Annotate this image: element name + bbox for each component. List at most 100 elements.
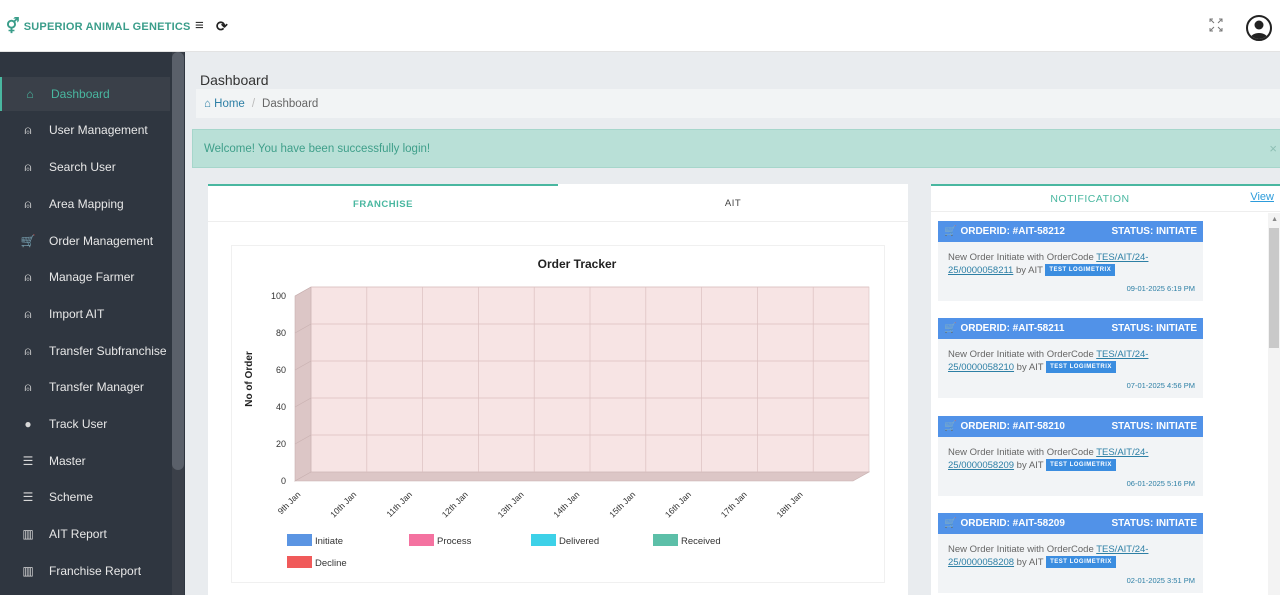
cart-icon: 🛒: [944, 518, 957, 529]
gender-symbol-icon: ⚥: [6, 18, 20, 35]
x-tick-label: 15th Jan: [607, 489, 637, 519]
brand-name: SUPERIOR ANIMAL GENETICS: [23, 20, 191, 33]
legend-swatch-initiate[interactable]: [287, 534, 312, 546]
sidebar-item-label: Area Mapping: [49, 197, 124, 211]
sidebar-item-label: Franchise Report: [49, 564, 142, 578]
chart-floor: [293, 471, 871, 482]
breadcrumb-separator: /: [251, 97, 256, 110]
sidebar-item-label: Track User: [49, 417, 108, 431]
sidebar-item-master[interactable]: ☰ Master: [0, 444, 170, 478]
breadcrumb-home-link[interactable]: ⌂ Home: [204, 98, 245, 110]
notification-title: NOTIFICATION: [1050, 193, 1130, 205]
notification-card[interactable]: 🛒 ORDERID: #AIT-58209 STATUS: INITIATE New …: [938, 513, 1203, 593]
user-icon: ⍝: [24, 306, 32, 321]
home-icon: ⌂: [26, 87, 34, 101]
sidebar-item-label: Search User: [49, 160, 116, 174]
order-status: STATUS: INITIATE: [1111, 518, 1197, 529]
breadcrumb-home-label: Home: [214, 97, 245, 110]
notification-panel: NOTIFICATION View ▲ 🛒 ORDERID: #AIT-58212…: [931, 184, 1280, 595]
x-tick-label: 18th Jan: [774, 489, 804, 519]
notification-card-header: 🛒 ORDERID: #AIT-58210 STATUS: INITIATE: [938, 416, 1203, 437]
message-text: New Order Initiate with OrderCode: [948, 349, 1097, 360]
tab-franchise[interactable]: FRANCHISE: [208, 184, 558, 222]
notification-card-header: 🛒 ORDERID: #AIT-58209 STATUS: INITIATE: [938, 513, 1203, 534]
sidebar-item-transfer-manager[interactable]: ⍝ Transfer Manager: [0, 370, 170, 404]
panel-tabs: FRANCHISE AIT: [208, 184, 908, 222]
notification-card-header: 🛒 ORDERID: #AIT-58212 STATUS: INITIATE: [938, 221, 1203, 242]
legend-swatch-delivered[interactable]: [531, 534, 556, 546]
sidebar-item-label: User Management: [49, 123, 148, 137]
notification-message: New Order Initiate with OrderCode TES/AI…: [948, 446, 1198, 472]
legend-label[interactable]: Process: [437, 536, 472, 547]
notification-card[interactable]: 🛒 ORDERID: #AIT-58210 STATUS: INITIATE New …: [938, 416, 1203, 496]
refresh-icon[interactable]: ⟳: [216, 19, 228, 33]
list-icon: ☰: [22, 454, 34, 468]
company-badge: TEST LOGIMETRIX: [1046, 556, 1116, 569]
fullscreen-icon[interactable]: [1209, 18, 1223, 32]
sidebar-item-ait-report[interactable]: ▥ AIT Report: [0, 517, 170, 551]
order-id: ORDERID: #AIT-58209: [960, 518, 1065, 529]
chart-svg: Order Tracker 0 20 40 60 80 100 9th Jan 10th Jan…: [244, 257, 871, 569]
sidebar-item-manage-farmer[interactable]: ⍝ Manage Farmer: [0, 260, 170, 294]
sidebar-scrollbar-thumb[interactable]: [172, 52, 184, 470]
message-text: by AIT: [1014, 460, 1044, 471]
y-tick-label: 80: [276, 328, 286, 338]
sidebar-item-transfer-subfranchise[interactable]: ⍝ Transfer Subfranchise: [0, 334, 170, 368]
user-avatar[interactable]: [1246, 15, 1272, 41]
user-silhouette-icon: [1250, 20, 1268, 39]
company-badge: TEST LOGIMETRIX: [1045, 264, 1116, 277]
notification-timestamp: 02-01-2025 3:51 PM: [1126, 576, 1195, 585]
sidebar-item-franchise-report[interactable]: ▥ Franchise Report: [0, 554, 170, 588]
hamburger-menu-icon[interactable]: ≡: [195, 18, 204, 33]
sidebar-item-track-user[interactable]: ● Track User: [0, 407, 170, 441]
sidebar-item-dashboard[interactable]: ⌂ Dashboard: [0, 77, 170, 111]
view-all-link[interactable]: View: [1250, 191, 1274, 203]
sidebar: ⌂ Dashboard ⍝ User Management ⍝ Search User ⍝ A…: [0, 52, 185, 595]
notification-card[interactable]: 🛒 ORDERID: #AIT-58212 STATUS: INITIATE New …: [938, 221, 1203, 301]
notification-card-header: 🛒 ORDERID: #AIT-58211 STATUS: INITIATE: [938, 318, 1203, 339]
legend-swatch-received[interactable]: [653, 534, 678, 546]
order-status: STATUS: INITIATE: [1111, 421, 1197, 432]
notification-scrollbar-thumb[interactable]: [1269, 228, 1279, 348]
cart-icon: 🛒: [944, 421, 957, 432]
cart-icon: 🛒: [944, 323, 957, 334]
order-status: STATUS: INITIATE: [1111, 323, 1197, 334]
order-id: ORDERID: #AIT-58210: [960, 421, 1065, 432]
top-navbar: ⚥ SUPERIOR ANIMAL GENETICS ≡ ⟳: [0, 0, 1280, 52]
close-icon[interactable]: ×: [1269, 141, 1277, 156]
sidebar-item-label: AIT Report: [49, 527, 107, 541]
legend-swatch-process[interactable]: [409, 534, 434, 546]
bar-chart-icon: ▥: [22, 564, 34, 578]
notification-card[interactable]: 🛒 ORDERID: #AIT-58211 STATUS: INITIATE New …: [938, 318, 1203, 398]
legend-label[interactable]: Received: [681, 536, 721, 547]
legend-swatch-decline[interactable]: [287, 556, 312, 568]
legend-label[interactable]: Initiate: [315, 536, 343, 547]
sidebar-item-order-management[interactable]: 🛒 Order Management: [0, 224, 170, 258]
tab-ait[interactable]: AIT: [558, 184, 908, 222]
sidebar-item-user-management[interactable]: ⍝ User Management: [0, 113, 170, 147]
message-text: New Order Initiate with OrderCode: [948, 252, 1097, 263]
message-text: New Order Initiate with OrderCode: [948, 447, 1097, 458]
order-tracker-chart: Order Tracker 0 20 40 60 80 100 9th Jan 10th Jan…: [231, 245, 885, 583]
success-alert: Welcome! You have been successfully logi…: [192, 129, 1280, 168]
notification-message: New Order Initiate with OrderCode TES/AI…: [948, 348, 1198, 374]
y-tick-label: 100: [271, 291, 286, 301]
list-icon: ☰: [22, 490, 34, 504]
sidebar-item-import-ait[interactable]: ⍝ Import AIT: [0, 297, 170, 331]
scroll-up-arrow-icon[interactable]: ▲: [1271, 216, 1278, 223]
sidebar-item-scheme[interactable]: ☰ Scheme: [0, 480, 170, 514]
sidebar-item-label: Transfer Manager: [49, 380, 144, 394]
legend-label[interactable]: Decline: [315, 558, 347, 569]
brand-logo[interactable]: ⚥ SUPERIOR ANIMAL GENETICS: [6, 19, 191, 34]
sidebar-item-area-mapping[interactable]: ⍝ Area Mapping: [0, 187, 170, 221]
message-text: New Order Initiate with OrderCode: [948, 544, 1097, 555]
y-tick-label: 60: [276, 365, 286, 375]
company-badge: TEST LOGIMETRIX: [1046, 361, 1116, 374]
y-tick-label: 40: [276, 402, 286, 412]
sidebar-item-search-user[interactable]: ⍝ Search User: [0, 150, 170, 184]
cart-icon: 🛒: [944, 226, 957, 237]
sidebar-item-label: Manage Farmer: [49, 270, 135, 284]
message-text: by AIT: [1014, 557, 1044, 568]
legend-label[interactable]: Delivered: [559, 536, 599, 547]
notification-timestamp: 06-01-2025 5:16 PM: [1126, 479, 1195, 488]
